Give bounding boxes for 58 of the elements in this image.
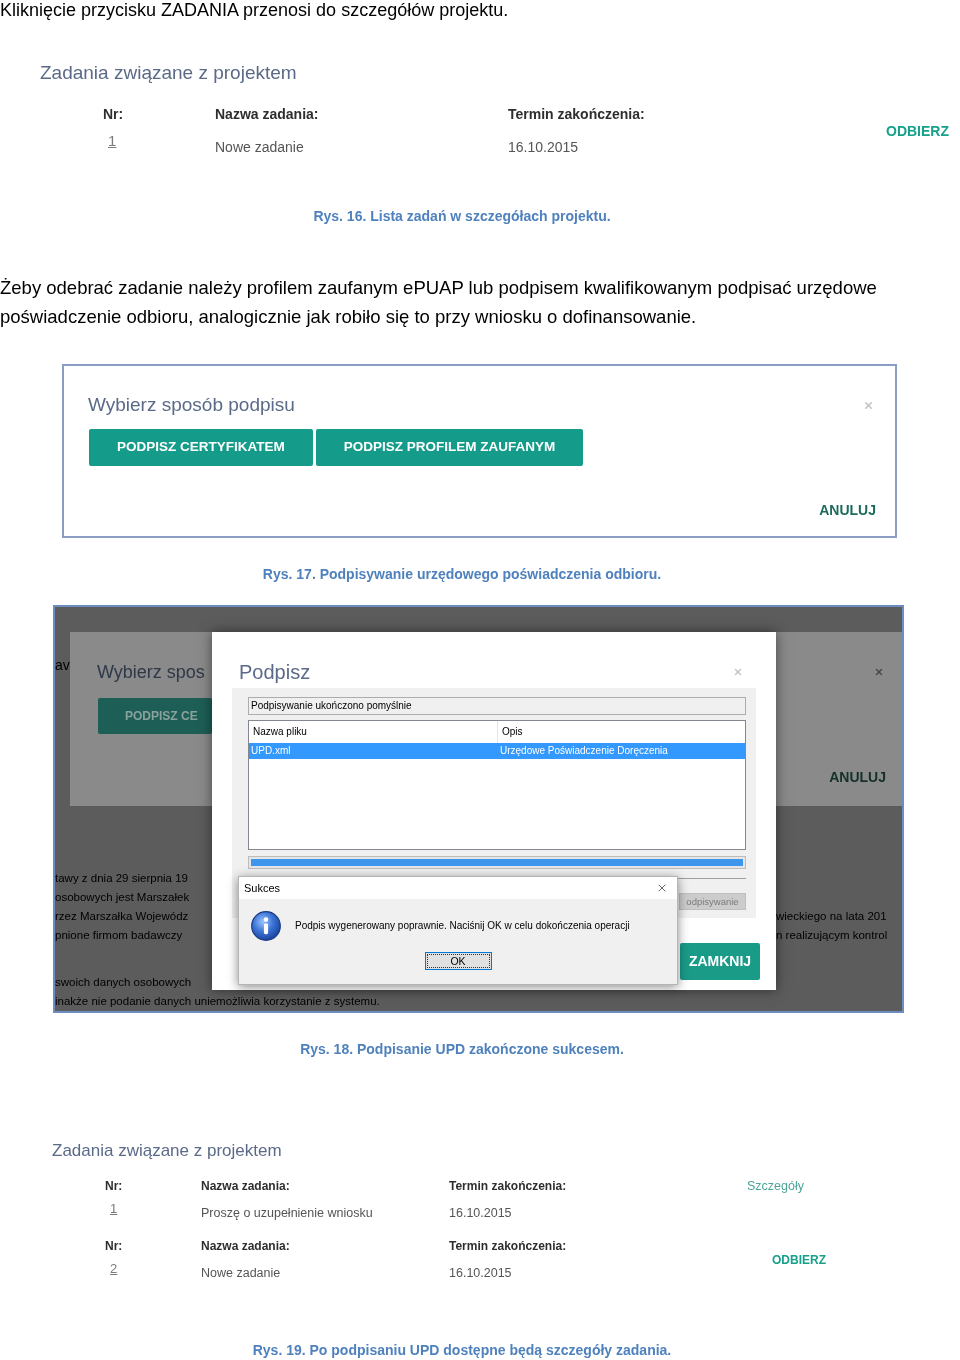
task-deadline: 16.10.2015 <box>508 138 579 157</box>
cancel-button[interactable]: ANULUJ <box>819 501 876 519</box>
background-text: n realizującym kontrol <box>776 928 888 943</box>
task-deadline: 16.10.2015 <box>449 1205 512 1222</box>
background-text: inakże nie podanie danych uniemożliwia korzystanie z systemu. <box>55 994 380 1009</box>
column-header[interactable]: Opis <box>498 721 745 743</box>
background-text: rzez Marszałka Wojewódz <box>55 909 189 924</box>
task-number-link[interactable]: 1 <box>108 131 117 151</box>
table-cell-text: Urzędowe Poświadczenie Doręczenia <box>499 744 669 758</box>
message-text: Podpis wygenerowany poprawnie. Naciśnij OK w celu dokończenia operacji <box>295 919 630 933</box>
figure-caption: Rys. 18. Podpisanie UPD zakończone sukcesem. <box>300 1040 624 1059</box>
column-label: Nr: <box>105 1238 123 1255</box>
figure-caption: Rys. 19. Po podpisaniu UPD dostępne będą szczegóły zadania. <box>252 1341 672 1360</box>
intro-text: Kliknięcie przycisku ZADANIA przenosi do szczegółów projektu. <box>0 0 509 20</box>
task-number-link[interactable]: 2 <box>110 1260 118 1278</box>
table-cell-text: UPD.xml <box>250 744 292 758</box>
task-name: Proszę o uzupełnienie wniosku <box>201 1205 373 1222</box>
task-list-title: Zadania związane z projektem <box>39 61 297 85</box>
task-name: Nowe zadanie <box>201 1265 281 1282</box>
column-label: Nazwa zadania: <box>201 1178 290 1195</box>
sign-button[interactable]: PODPISZ PROFILEM ZAUFANYM <box>315 429 584 466</box>
background-text: osobowych jest Marszałek <box>55 890 190 905</box>
column-label: Nr: <box>105 1178 123 1195</box>
close-button[interactable]: ZAMKNIJ <box>680 943 760 980</box>
status-field: Podpisywanie ukończono pomyślnie <box>248 697 746 715</box>
modal-title: Wybierz spos <box>97 661 205 684</box>
message-box-title: Sukces <box>244 881 281 895</box>
column-label: Termin zakończenia: <box>449 1178 567 1195</box>
column-label: Nazwa zadania: <box>215 105 319 124</box>
ok-button[interactable]: OK <box>424 952 492 970</box>
figure-caption: Rys. 16. Lista zadań w szczegółach projektu. <box>313 207 611 226</box>
column-label: Nr: <box>103 105 124 124</box>
task-deadline: 16.10.2015 <box>449 1265 512 1282</box>
background-text: tawy z dnia 29 sierpnia 19 <box>55 871 188 886</box>
close-icon[interactable] <box>656 882 668 894</box>
column-label: Termin zakończenia: <box>508 105 645 124</box>
background-text: swoich danych osobowych <box>55 975 192 990</box>
figure-caption: Rys. 17. Podpisywanie urzędowego poświadczenia odbioru. <box>262 565 662 584</box>
cancel-button[interactable]: ANULUJ <box>829 768 886 786</box>
sign-button[interactable]: PODPISZ CE <box>98 698 212 734</box>
task-list-title: Zadania związane z projektem <box>51 1140 282 1162</box>
receive-button[interactable]: ODBIERZ <box>886 120 949 141</box>
column-label: Nazwa zadania: <box>201 1238 290 1255</box>
background-text: pnione firmom badawczy <box>55 928 183 943</box>
info-icon <box>251 911 281 941</box>
receive-button[interactable]: ODBIERZ <box>772 1250 826 1269</box>
dialog-title: Wybierz sposób podpisu <box>88 393 295 417</box>
sign-button[interactable]: PODPISZ CERTYFIKATEM <box>89 429 313 466</box>
column-label: Termin zakończenia: <box>449 1238 567 1255</box>
close-icon[interactable] <box>874 667 884 677</box>
task-number-link[interactable]: 1 <box>110 1200 118 1218</box>
background-text: av <box>55 656 70 675</box>
dialog-title: Podpisz <box>239 660 311 685</box>
file-row[interactable]: UPD.xml Urzędowe Poświadczenie Doręczenia <box>249 743 745 759</box>
body-paragraph: Żeby odebrać zadanie należy profilem zaufanym ePUAP lub podpisem kwalifikowanym podpisać urzędowe poświadczenie odbioru, analogicznie jak robiło się to przy wniosku o dofinansowanie. <box>0 276 878 329</box>
background-text: wieckiego na lata 201 <box>776 909 887 924</box>
details-link[interactable]: Szczegóły <box>747 1177 804 1195</box>
task-name: Nowe zadanie <box>215 138 304 157</box>
